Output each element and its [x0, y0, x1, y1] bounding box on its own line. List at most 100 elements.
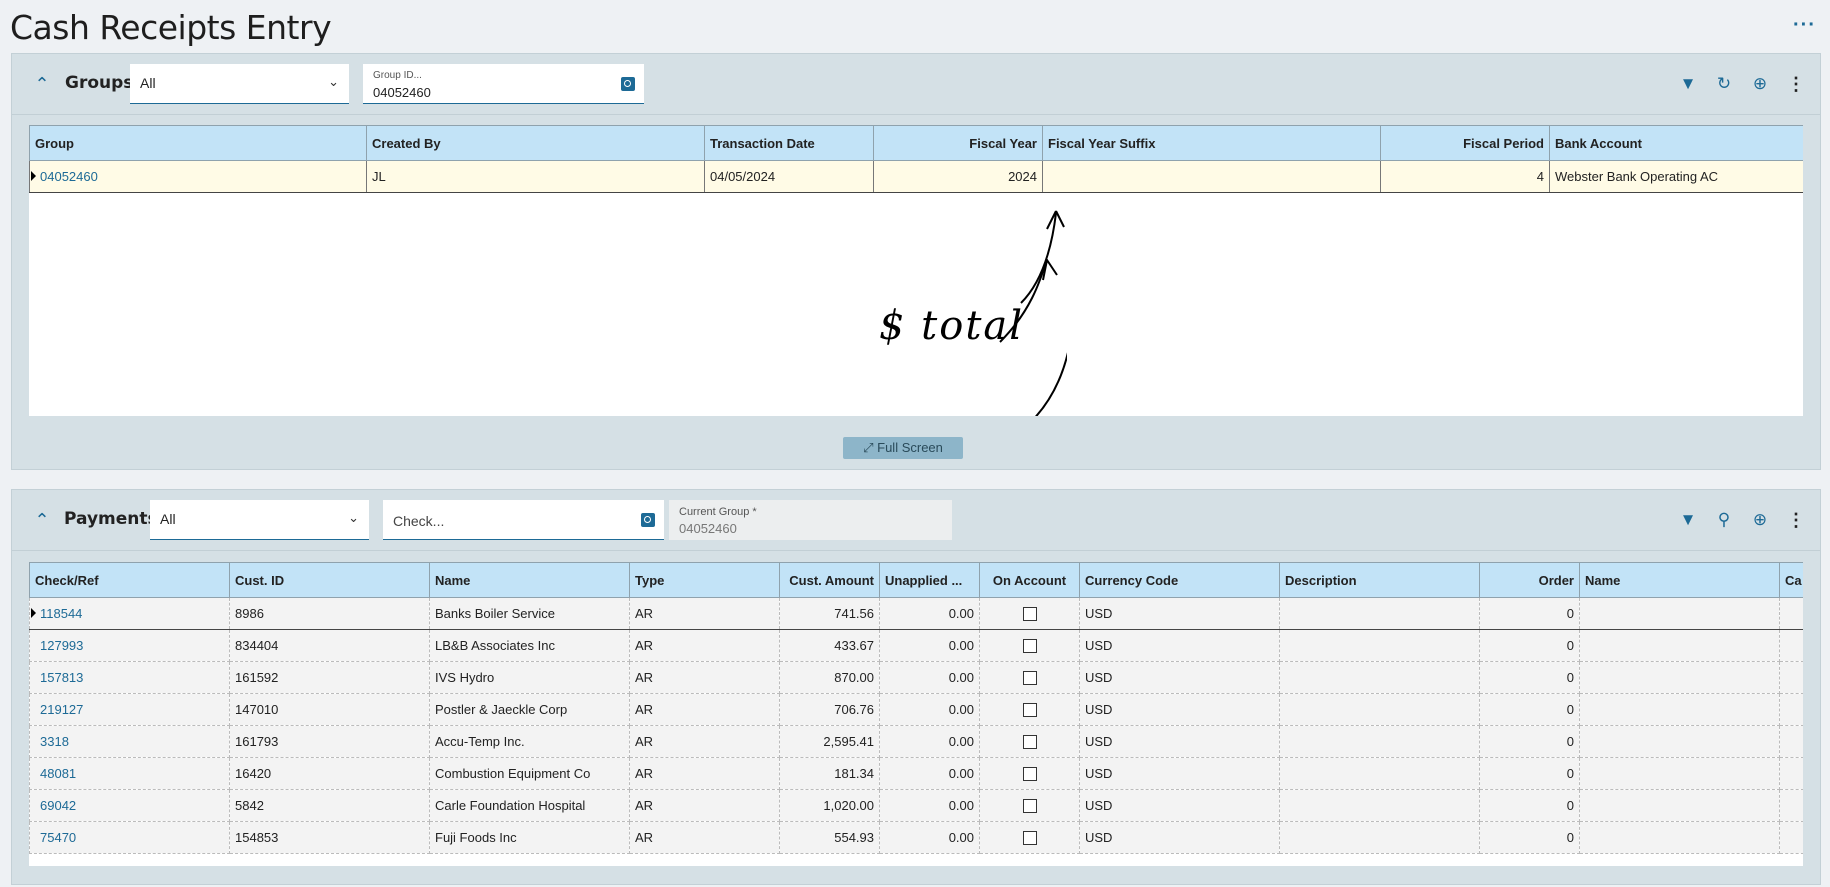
table-row[interactable]: 157813 161592 IVS Hydro AR 870.00 0.00 USD 0 [29, 661, 1803, 694]
column-header[interactable]: Name [429, 562, 630, 598]
column-header[interactable]: Fiscal Period [1380, 125, 1550, 161]
column-header[interactable]: Check/Ref [29, 562, 230, 598]
ca-cell [1779, 597, 1803, 630]
order-cell: 0 [1479, 693, 1580, 726]
column-header[interactable]: Fiscal Year [873, 125, 1043, 161]
plus-circle-icon[interactable]: ⊕ [1742, 72, 1778, 96]
description-cell [1279, 693, 1480, 726]
column-header[interactable]: Currency Code [1079, 562, 1280, 598]
unapplied-cell: 0.00 [879, 597, 980, 630]
description-cell [1279, 725, 1480, 758]
column-header[interactable]: Bank Account [1549, 125, 1803, 161]
filter-icon[interactable]: ▼ [1670, 508, 1706, 532]
fiscal-year-cell: 2024 [873, 160, 1043, 193]
column-header[interactable]: Fiscal Year Suffix [1042, 125, 1381, 161]
plus-circle-icon[interactable]: ⊕ [1742, 508, 1778, 532]
check-ref-link[interactable]: 48081 [29, 757, 230, 790]
column-header[interactable]: Type [629, 562, 780, 598]
lookup-icon[interactable] [641, 513, 655, 527]
check-ref-link[interactable]: 127993 [29, 629, 230, 662]
full-screen-button[interactable]: ⤢ Full Screen [843, 437, 963, 459]
on-account-checkbox[interactable] [1022, 735, 1037, 750]
filter-icon[interactable]: ▼ [1670, 72, 1706, 96]
type-cell: AR [629, 629, 780, 662]
full-screen-label: Full Screen [877, 440, 943, 455]
more-vertical-icon[interactable]: ⋮ [1778, 508, 1814, 532]
type-cell: AR [629, 725, 780, 758]
column-header[interactable]: Cust. ID [229, 562, 430, 598]
column-header[interactable]: Description [1279, 562, 1480, 598]
table-row[interactable]: 219127 147010 Postler & Jaeckle Corp AR 706.… [29, 693, 1803, 726]
column-header[interactable]: Unapplied ... [879, 562, 980, 598]
table-row[interactable]: 69042 5842 Carle Foundation Hospital AR 1,02… [29, 789, 1803, 822]
groups-filter-select[interactable]: All ⌄ [130, 64, 349, 104]
on-account-checkbox[interactable] [1022, 671, 1037, 686]
table-row[interactable]: 75470 154853 Fuji Foods Inc AR 554.93 0.00 USD… [29, 821, 1803, 854]
on-account-checkbox[interactable] [1022, 831, 1037, 846]
on-account-cell [979, 725, 1080, 758]
column-header[interactable]: Created By [366, 125, 705, 161]
column-header[interactable]: Cust. Amount [779, 562, 880, 598]
on-account-checkbox[interactable] [1022, 607, 1037, 622]
check-ref-link[interactable]: 3318 [29, 725, 230, 758]
check-ref-link[interactable]: 69042 [29, 789, 230, 822]
payments-filter-select[interactable]: All ⌄ [150, 500, 369, 540]
payments-body: 118544 8986 Banks Boiler Service AR 741.56 0.… [29, 597, 1803, 854]
chevron-up-icon[interactable]: ⌃ [30, 508, 54, 532]
type-cell: AR [629, 757, 780, 790]
lookup-icon[interactable] [621, 77, 635, 91]
on-account-cell [979, 629, 1080, 662]
groups-filter-value: All [140, 75, 156, 91]
unapplied-cell: 0.00 [879, 693, 980, 726]
column-header[interactable]: On Account [979, 562, 1080, 598]
name2-cell [1579, 821, 1780, 854]
groups-panel-header: ⌃ Groups All ⌄ Group ID... 04052460 ▼ ↻ … [12, 54, 1820, 115]
page-more-menu[interactable]: ··· [1793, 14, 1816, 37]
name-cell: Postler & Jaeckle Corp [429, 693, 630, 726]
on-account-cell [979, 789, 1080, 822]
group-id-search-input[interactable]: Group ID... 04052460 [363, 64, 644, 104]
search-icon[interactable]: ⚲ [1706, 508, 1742, 532]
table-row[interactable]: 3318 161793 Accu-Temp Inc. AR 2,595.41 0.00 US… [29, 725, 1803, 758]
type-cell: AR [629, 821, 780, 854]
on-account-checkbox[interactable] [1022, 703, 1037, 718]
more-vertical-icon[interactable]: ⋮ [1778, 72, 1814, 96]
name-cell: Banks Boiler Service [429, 597, 630, 630]
check-ref-link[interactable]: 219127 [29, 693, 230, 726]
refresh-icon[interactable]: ↻ [1706, 72, 1742, 96]
check-ref-link[interactable]: 118544 [29, 597, 230, 630]
column-header[interactable]: Order [1479, 562, 1580, 598]
on-account-cell [979, 597, 1080, 630]
type-cell: AR [629, 693, 780, 726]
column-header[interactable]: Name [1579, 562, 1780, 598]
on-account-checkbox[interactable] [1022, 799, 1037, 814]
description-cell [1279, 597, 1480, 630]
currency-code-cell: USD [1079, 821, 1280, 854]
column-header[interactable]: Ca [1779, 562, 1803, 598]
on-account-checkbox[interactable] [1022, 639, 1037, 654]
table-row[interactable]: 48081 16420 Combustion Equipment Co AR 181.3… [29, 757, 1803, 790]
group-link[interactable]: 04052460 [29, 160, 367, 193]
table-row[interactable]: 127993 834404 LB&B Associates Inc AR 433.67 0… [29, 629, 1803, 662]
order-cell: 0 [1479, 629, 1580, 662]
table-row[interactable]: 04052460 JL 04/05/2024 2024 4 Webster Ba… [29, 160, 1803, 193]
cust-id-cell: 834404 [229, 629, 430, 662]
chevron-down-icon: ⌄ [328, 74, 339, 89]
chevron-up-icon[interactable]: ⌃ [30, 72, 54, 96]
column-header[interactable]: Group [29, 125, 367, 161]
check-search-input[interactable]: Check... [383, 500, 664, 540]
current-group-value: 04052460 [679, 521, 737, 536]
name-cell: LB&B Associates Inc [429, 629, 630, 662]
cust-amount-cell: 433.67 [779, 629, 880, 662]
table-row[interactable]: 118544 8986 Banks Boiler Service AR 741.56 0.… [29, 597, 1803, 630]
column-header[interactable]: Transaction Date [704, 125, 874, 161]
check-ref-link[interactable]: 75470 [29, 821, 230, 854]
order-cell: 0 [1479, 661, 1580, 694]
name-cell: Combustion Equipment Co [429, 757, 630, 790]
transaction-date-cell: 04/05/2024 [704, 160, 874, 193]
on-account-checkbox[interactable] [1022, 767, 1037, 782]
ca-cell [1779, 789, 1803, 822]
check-ref-link[interactable]: 157813 [29, 661, 230, 694]
cust-amount-cell: 741.56 [779, 597, 880, 630]
payments-toolbar: ▼ ⚲ ⊕ ⋮ [1670, 508, 1814, 532]
